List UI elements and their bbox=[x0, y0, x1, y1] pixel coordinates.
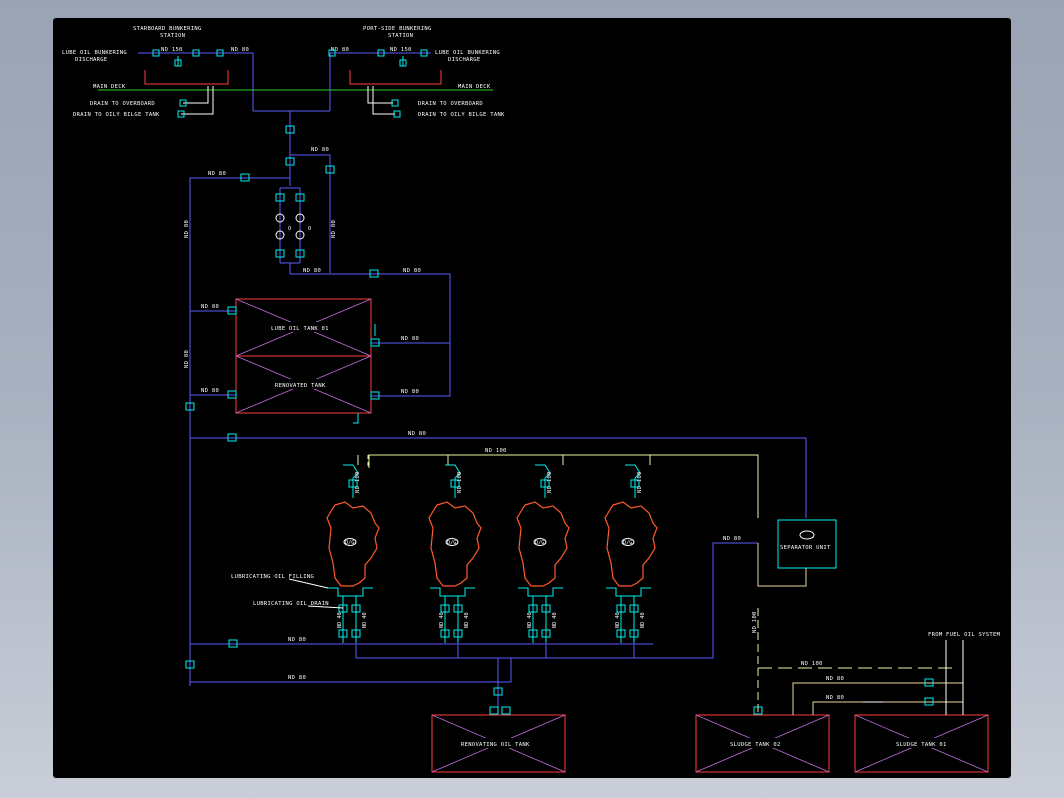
pipe-size-label: ND 80 bbox=[208, 171, 226, 177]
main-deck-label-right: MAIN DECK bbox=[458, 84, 491, 90]
engine-tag: D/G bbox=[535, 540, 544, 546]
pipe-size-label: ND 100 bbox=[801, 661, 823, 667]
portside-station-label-2: STATION bbox=[388, 33, 413, 39]
from-fuel-label: FROM FUEL OIL SYSTEM bbox=[928, 632, 1001, 638]
starboard-station-label-2: STATION bbox=[160, 33, 185, 39]
pipe-size-label: ND 80 bbox=[723, 536, 741, 542]
pipe-size-label: ND 80 bbox=[401, 389, 419, 395]
starboard-station-label: STARBOARD BUNKERING bbox=[133, 26, 202, 32]
pump-tag: O bbox=[288, 226, 291, 232]
pipe-size-label: ND 80 bbox=[184, 220, 190, 238]
lube-tank-label: LUBE OIL TANK 01 bbox=[271, 326, 329, 332]
pipe-size-label: ND 80 bbox=[231, 47, 249, 53]
pipe-size-label: ND 150 bbox=[390, 47, 412, 53]
pump-group: O O bbox=[275, 163, 311, 274]
engine-tag: D/G bbox=[345, 540, 354, 546]
piping-diagram: STARBOARD BUNKERING STATION LUBE OIL BUN… bbox=[62, 26, 1001, 773]
pipe-size-label: ND 40 bbox=[527, 612, 533, 628]
separator-icon bbox=[799, 530, 815, 540]
pipe-size-label: ND 80 bbox=[184, 350, 190, 368]
lube-bunkering-label-left: LUBE OIL BUNKERING bbox=[62, 50, 127, 56]
pipe-size-label: ND 40 bbox=[464, 612, 470, 628]
pipe-size-label: ND 80 bbox=[311, 147, 329, 153]
main-deck-label-left: MAIN DECK bbox=[93, 84, 126, 90]
drain-bilge-label-left: DRAIN TO OILY BILGE TANK bbox=[73, 112, 160, 118]
pipe-size-label: ND 40 bbox=[552, 612, 558, 628]
valve-icon[interactable] bbox=[501, 706, 511, 715]
deck-drains: DRAIN TO OVERBOARD DRAIN TO OILY BILGE T… bbox=[73, 86, 505, 118]
pipe-size-label: ND 150 bbox=[161, 47, 183, 53]
pipe-size-label: ND 100 bbox=[637, 471, 643, 493]
pipe-size-label: ND 80 bbox=[201, 304, 219, 310]
pipe-size-label: ND 100 bbox=[752, 611, 758, 633]
portside-bunkering-station: PORT-SIDE BUNKERING STATION LUBE OIL BUN… bbox=[328, 26, 500, 111]
engine-3[interactable]: ND 100 D/G ND 40 ND 40 bbox=[516, 455, 570, 643]
drawing-canvas: STARBOARD BUNKERING STATION LUBE OIL BUN… bbox=[53, 18, 1011, 778]
lube-bunkering-label-right: LUBE OIL BUNKERING bbox=[435, 50, 500, 56]
pipe-size-label: ND 80 bbox=[201, 388, 219, 394]
pipe-size-label: ND 100 bbox=[457, 471, 463, 493]
drain-overboard-label-right: DRAIN TO OVERBOARD bbox=[418, 101, 483, 107]
pipe-size-label: ND 40 bbox=[439, 612, 445, 628]
renovated-tank-label: RENOVATED TANK bbox=[275, 383, 326, 389]
starboard-bunkering-station: STARBOARD BUNKERING STATION LUBE OIL BUN… bbox=[62, 26, 254, 111]
pipe-size-label: ND 80 bbox=[403, 268, 421, 274]
engine-tag: D/G bbox=[623, 540, 632, 546]
pipe-size-label: ND 80 bbox=[288, 637, 306, 643]
pump-tag: O bbox=[308, 226, 311, 232]
engine-2[interactable]: ND 100 D/G ND 40 ND 40 bbox=[428, 455, 482, 643]
drain-overboard-label-left: DRAIN TO OVERBOARD bbox=[90, 101, 155, 107]
lub-filling-label: LUBRICATING OIL FILLING bbox=[231, 574, 314, 580]
pipe-size-label: ND 40 bbox=[615, 612, 621, 628]
engine-4[interactable]: ND 100 D/G ND 40 ND 40 bbox=[604, 455, 658, 643]
pipe-size-label: ND 80 bbox=[288, 675, 306, 681]
pipe-size-label: ND 80 bbox=[826, 676, 844, 682]
sludge-01-label: SLUDGE TANK 01 bbox=[896, 742, 947, 748]
pipe-size-label: ND 100 bbox=[485, 448, 507, 454]
pipe-size-label: ND 100 bbox=[355, 471, 361, 493]
renovated-tank[interactable]: RENOVATED TANK bbox=[235, 355, 372, 414]
pipe-size-label: ND 80 bbox=[331, 220, 337, 238]
engine-1[interactable]: ND 100 D/G ND 40 ND 40 bbox=[326, 455, 380, 643]
portside-station-label: PORT-SIDE BUNKERING bbox=[363, 26, 432, 32]
pipe-size-label: ND 100 bbox=[547, 471, 553, 493]
main-deck: MAIN DECK MAIN DECK bbox=[93, 84, 493, 91]
valve-icon[interactable] bbox=[489, 706, 499, 715]
separator-unit[interactable]: SEPARATOR UNIT bbox=[777, 519, 837, 569]
pipe-size-label: ND 80 bbox=[826, 695, 844, 701]
drain-bilge-label-right: DRAIN TO OILY BILGE TANK bbox=[418, 112, 505, 118]
discharge-label-right: DISCHARGE bbox=[448, 57, 481, 63]
sludge-tank-01[interactable]: SLUDGE TANK 01 bbox=[854, 714, 989, 773]
pipe-size-label: ND 80 bbox=[408, 431, 426, 437]
separator-label: SEPARATOR UNIT bbox=[780, 545, 831, 551]
discharge-label-left: DISCHARGE bbox=[75, 57, 108, 63]
sludge-tank-02[interactable]: SLUDGE TANK 02 bbox=[695, 714, 830, 773]
pipe-size-label: ND 40 bbox=[362, 612, 368, 628]
renovating-oil-tank[interactable]: RENOVATING OIL TANK bbox=[431, 714, 566, 773]
sludge-02-label: SLUDGE TANK 02 bbox=[730, 742, 781, 748]
pipe-size-label: ND 80 bbox=[401, 336, 419, 342]
lube-oil-tank-01[interactable]: LUBE OIL TANK 01 bbox=[235, 298, 372, 357]
renovating-tank-label: RENOVATING OIL TANK bbox=[461, 742, 530, 748]
pipe-size-label: ND 80 bbox=[303, 268, 321, 274]
pipe-size-label: ND 40 bbox=[640, 612, 646, 628]
engine-tag: D/G bbox=[447, 540, 456, 546]
pipe-size-label: ND 40 bbox=[337, 612, 343, 628]
